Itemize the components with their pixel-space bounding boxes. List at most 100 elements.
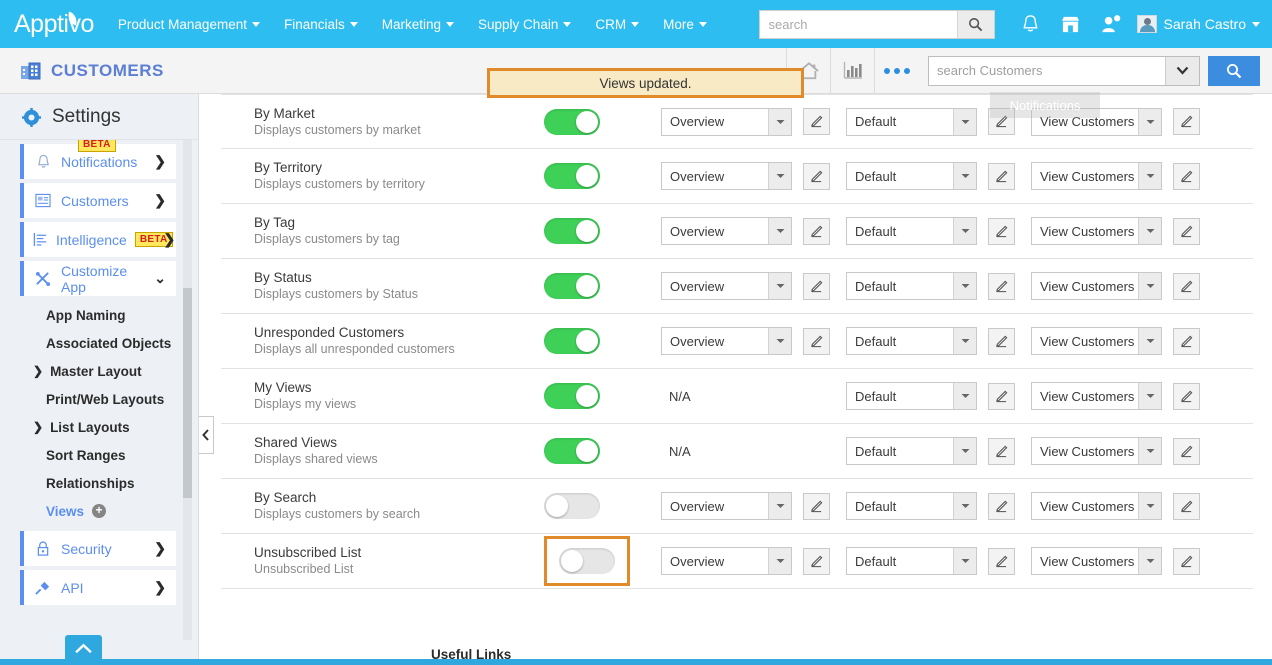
edit-layout-button[interactable] bbox=[803, 547, 830, 575]
edit-scheme-button[interactable] bbox=[988, 492, 1015, 520]
sidebar-subitem-associated-objects[interactable]: Associated Objects bbox=[0, 329, 198, 357]
reports-button[interactable] bbox=[830, 47, 874, 94]
scheme-select[interactable]: Default bbox=[846, 217, 977, 245]
notifications-bell-button[interactable] bbox=[1011, 0, 1051, 48]
edit-action-button[interactable] bbox=[1173, 162, 1200, 190]
global-search-button[interactable] bbox=[956, 10, 994, 38]
edit-action-button[interactable] bbox=[1173, 327, 1200, 355]
action-select[interactable]: View Customers bbox=[1031, 437, 1162, 465]
edit-action-button[interactable] bbox=[1173, 492, 1200, 520]
chevron-down-icon[interactable] bbox=[953, 438, 976, 464]
view-enable-toggle[interactable] bbox=[544, 273, 600, 299]
scheme-select[interactable]: Default bbox=[846, 272, 977, 300]
scheme-select[interactable]: Default bbox=[846, 492, 977, 520]
add-person-button[interactable] bbox=[1091, 0, 1131, 48]
action-select[interactable]: View Customers bbox=[1031, 162, 1162, 190]
view-enable-toggle[interactable] bbox=[544, 383, 600, 409]
sidebar-subitem-views[interactable]: Views + bbox=[0, 497, 198, 525]
chevron-down-icon[interactable] bbox=[1138, 108, 1161, 135]
nav-menu-more[interactable]: More bbox=[651, 0, 719, 48]
chevron-down-icon[interactable] bbox=[953, 328, 976, 354]
sidebar-item-intelligence[interactable]: Intelligence BETA ❯ bbox=[20, 222, 176, 257]
chevron-down-icon[interactable] bbox=[768, 328, 791, 354]
chevron-down-icon[interactable] bbox=[953, 548, 976, 574]
chevron-down-icon[interactable] bbox=[768, 218, 791, 244]
sidebar-collapse-handle[interactable] bbox=[199, 416, 214, 454]
nav-menu-supply-chain[interactable]: Supply Chain bbox=[466, 0, 583, 48]
edit-layout-button[interactable] bbox=[803, 108, 830, 135]
action-select[interactable]: View Customers bbox=[1031, 492, 1162, 520]
nav-menu-marketing[interactable]: Marketing bbox=[370, 0, 466, 48]
edit-action-button[interactable] bbox=[1173, 547, 1200, 575]
chevron-down-icon[interactable] bbox=[1138, 218, 1161, 244]
customer-search-dropdown-toggle[interactable] bbox=[1165, 56, 1199, 85]
chevron-down-icon[interactable] bbox=[1138, 163, 1161, 189]
layout-select[interactable]: Overview bbox=[661, 547, 792, 575]
view-enable-toggle[interactable] bbox=[544, 493, 600, 519]
action-select[interactable]: View Customers bbox=[1031, 217, 1162, 245]
sidebar-subitem-relationships[interactable]: Relationships bbox=[0, 469, 198, 497]
sidebar-subitem-print-web-layouts[interactable]: Print/Web Layouts bbox=[0, 385, 198, 413]
chevron-down-icon[interactable] bbox=[1138, 438, 1161, 464]
view-enable-toggle[interactable] bbox=[544, 218, 600, 244]
global-search-box[interactable] bbox=[758, 9, 995, 39]
edit-scheme-button[interactable] bbox=[988, 272, 1015, 300]
scheme-select[interactable]: Default bbox=[846, 547, 977, 575]
nav-menu-crm[interactable]: CRM bbox=[583, 0, 651, 48]
layout-select[interactable]: Overview bbox=[661, 272, 792, 300]
chevron-down-icon[interactable] bbox=[768, 108, 791, 135]
edit-layout-button[interactable] bbox=[803, 327, 830, 355]
edit-scheme-button[interactable] bbox=[988, 547, 1015, 575]
edit-action-button[interactable] bbox=[1173, 108, 1200, 135]
add-view-icon[interactable]: + bbox=[92, 504, 107, 518]
sidebar-item-customize-app[interactable]: Customize App ⌄ bbox=[20, 261, 176, 296]
edit-action-button[interactable] bbox=[1173, 437, 1200, 465]
chevron-down-icon[interactable] bbox=[768, 163, 791, 189]
action-select[interactable]: View Customers bbox=[1031, 327, 1162, 355]
nav-menu-product-management[interactable]: Product Management bbox=[106, 0, 272, 48]
store-button[interactable] bbox=[1051, 0, 1091, 48]
edit-layout-button[interactable] bbox=[803, 217, 830, 245]
chevron-down-icon[interactable] bbox=[768, 493, 791, 519]
action-select[interactable]: View Customers bbox=[1031, 272, 1162, 300]
nav-menu-financials[interactable]: Financials bbox=[272, 0, 370, 48]
edit-layout-button[interactable] bbox=[803, 272, 830, 300]
chevron-down-icon[interactable] bbox=[1138, 383, 1161, 409]
chevron-down-icon[interactable] bbox=[768, 548, 791, 574]
scheme-select[interactable]: Default bbox=[846, 327, 977, 355]
edit-layout-button[interactable] bbox=[803, 492, 830, 520]
more-options-button[interactable] bbox=[874, 47, 918, 94]
customer-search-input[interactable] bbox=[929, 56, 1165, 85]
global-search-input[interactable] bbox=[759, 10, 957, 38]
chevron-down-icon[interactable] bbox=[768, 273, 791, 299]
action-select[interactable]: View Customers bbox=[1031, 382, 1162, 410]
sidebar-item-api[interactable]: API ❯ bbox=[20, 570, 176, 605]
edit-action-button[interactable] bbox=[1173, 217, 1200, 245]
sidebar-item-security[interactable]: Security ❯ bbox=[20, 531, 176, 566]
scheme-select[interactable]: Default bbox=[846, 107, 977, 136]
apptivo-logo[interactable]: Apptivo bbox=[0, 10, 106, 39]
sidebar-subitem-sort-ranges[interactable]: Sort Ranges bbox=[0, 441, 198, 469]
edit-scheme-button[interactable] bbox=[988, 162, 1015, 190]
scheme-select[interactable]: Default bbox=[846, 437, 977, 465]
view-enable-toggle[interactable] bbox=[544, 163, 600, 189]
layout-select[interactable]: Overview bbox=[661, 327, 792, 355]
layout-select[interactable]: Overview bbox=[661, 107, 792, 136]
edit-scheme-button[interactable] bbox=[988, 327, 1015, 355]
layout-select[interactable]: Overview bbox=[661, 162, 792, 190]
chevron-down-icon[interactable] bbox=[1138, 273, 1161, 299]
view-enable-toggle[interactable] bbox=[559, 548, 615, 574]
sidebar-subitem-list-layouts[interactable]: ❯ List Layouts bbox=[0, 413, 198, 441]
chevron-down-icon[interactable] bbox=[953, 108, 976, 135]
edit-action-button[interactable] bbox=[1173, 382, 1200, 410]
view-enable-toggle[interactable] bbox=[544, 438, 600, 464]
chevron-down-icon[interactable] bbox=[953, 273, 976, 299]
customer-search-box[interactable] bbox=[928, 55, 1200, 86]
scheme-select[interactable]: Default bbox=[846, 162, 977, 190]
layout-select[interactable]: Overview bbox=[661, 492, 792, 520]
edit-layout-button[interactable] bbox=[803, 162, 830, 190]
view-enable-toggle[interactable] bbox=[544, 108, 600, 135]
layout-select[interactable]: Overview bbox=[661, 217, 792, 245]
sidebar-item-customers[interactable]: Customers ❯ bbox=[20, 183, 176, 218]
chevron-down-icon[interactable] bbox=[1138, 493, 1161, 519]
